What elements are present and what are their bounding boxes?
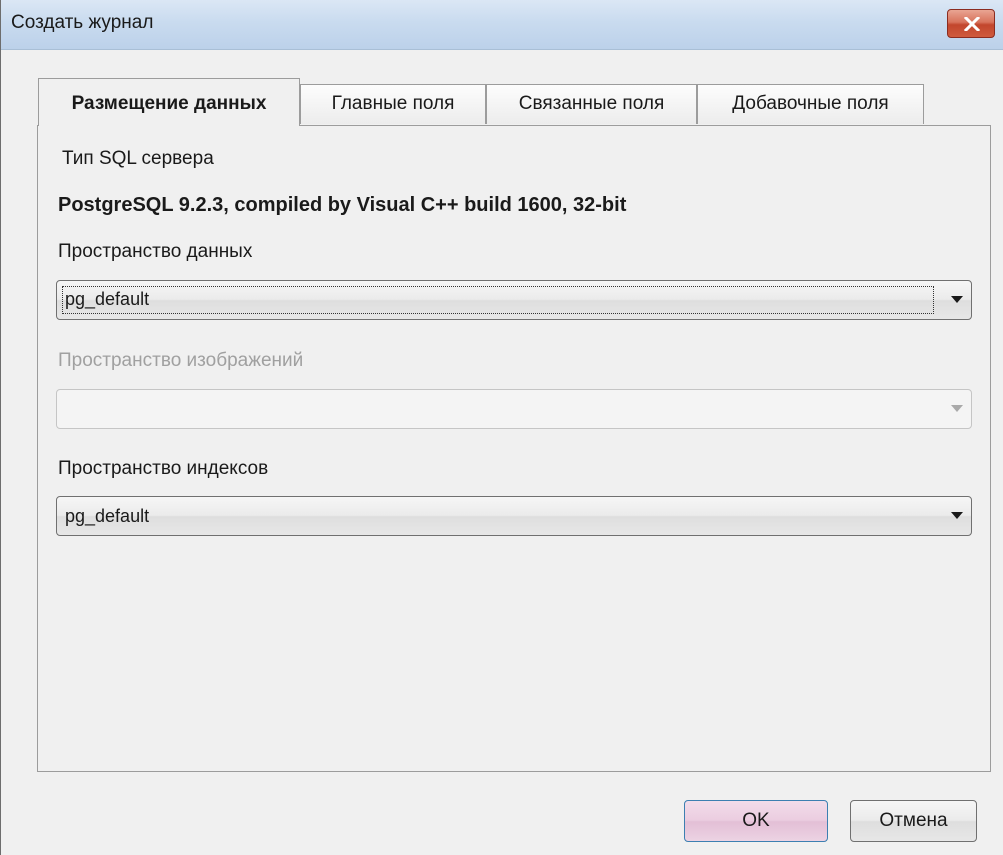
tab-label: Добавочные поля [732,93,889,114]
tab-label: Размещение данных [71,93,267,114]
chevron-down-icon [951,405,963,412]
tab-label: Главные поля [331,93,455,114]
window-title: Создать журнал [11,12,154,33]
tab-data-placement[interactable]: Размещение данных [38,78,300,126]
index-space-value: pg_default [65,506,150,526]
close-icon [964,17,980,31]
tab-panel [37,125,991,772]
close-button[interactable] [947,9,995,38]
data-space-label: Пространство данных [58,241,253,262]
image-space-select [56,389,972,429]
data-space-value: pg_default [62,286,934,314]
image-space-label: Пространство изображений [58,350,304,371]
server-type-value: PostgreSQL 9.2.3, compiled by Visual C++… [58,194,627,216]
tab-main-fields[interactable]: Главные поля [300,84,486,124]
chevron-down-icon [951,296,963,303]
ok-button[interactable]: OK [684,800,828,842]
server-type-label: Тип SQL сервера [62,148,214,169]
dialog-window: Создать журнал Размещение данных Главные… [0,0,1003,855]
tab-label: Связанные поля [518,93,665,114]
data-space-select[interactable]: pg_default [56,280,972,320]
tab-additional-fields[interactable]: Добавочные поля [697,84,924,124]
title-bar[interactable]: Создать журнал [1,0,1003,50]
tab-linked-fields[interactable]: Связанные поля [486,84,697,124]
chevron-down-icon [951,512,963,519]
index-space-label: Пространство индексов [58,458,269,479]
cancel-button[interactable]: Отмена [850,800,977,842]
index-space-select[interactable]: pg_default [56,496,972,536]
